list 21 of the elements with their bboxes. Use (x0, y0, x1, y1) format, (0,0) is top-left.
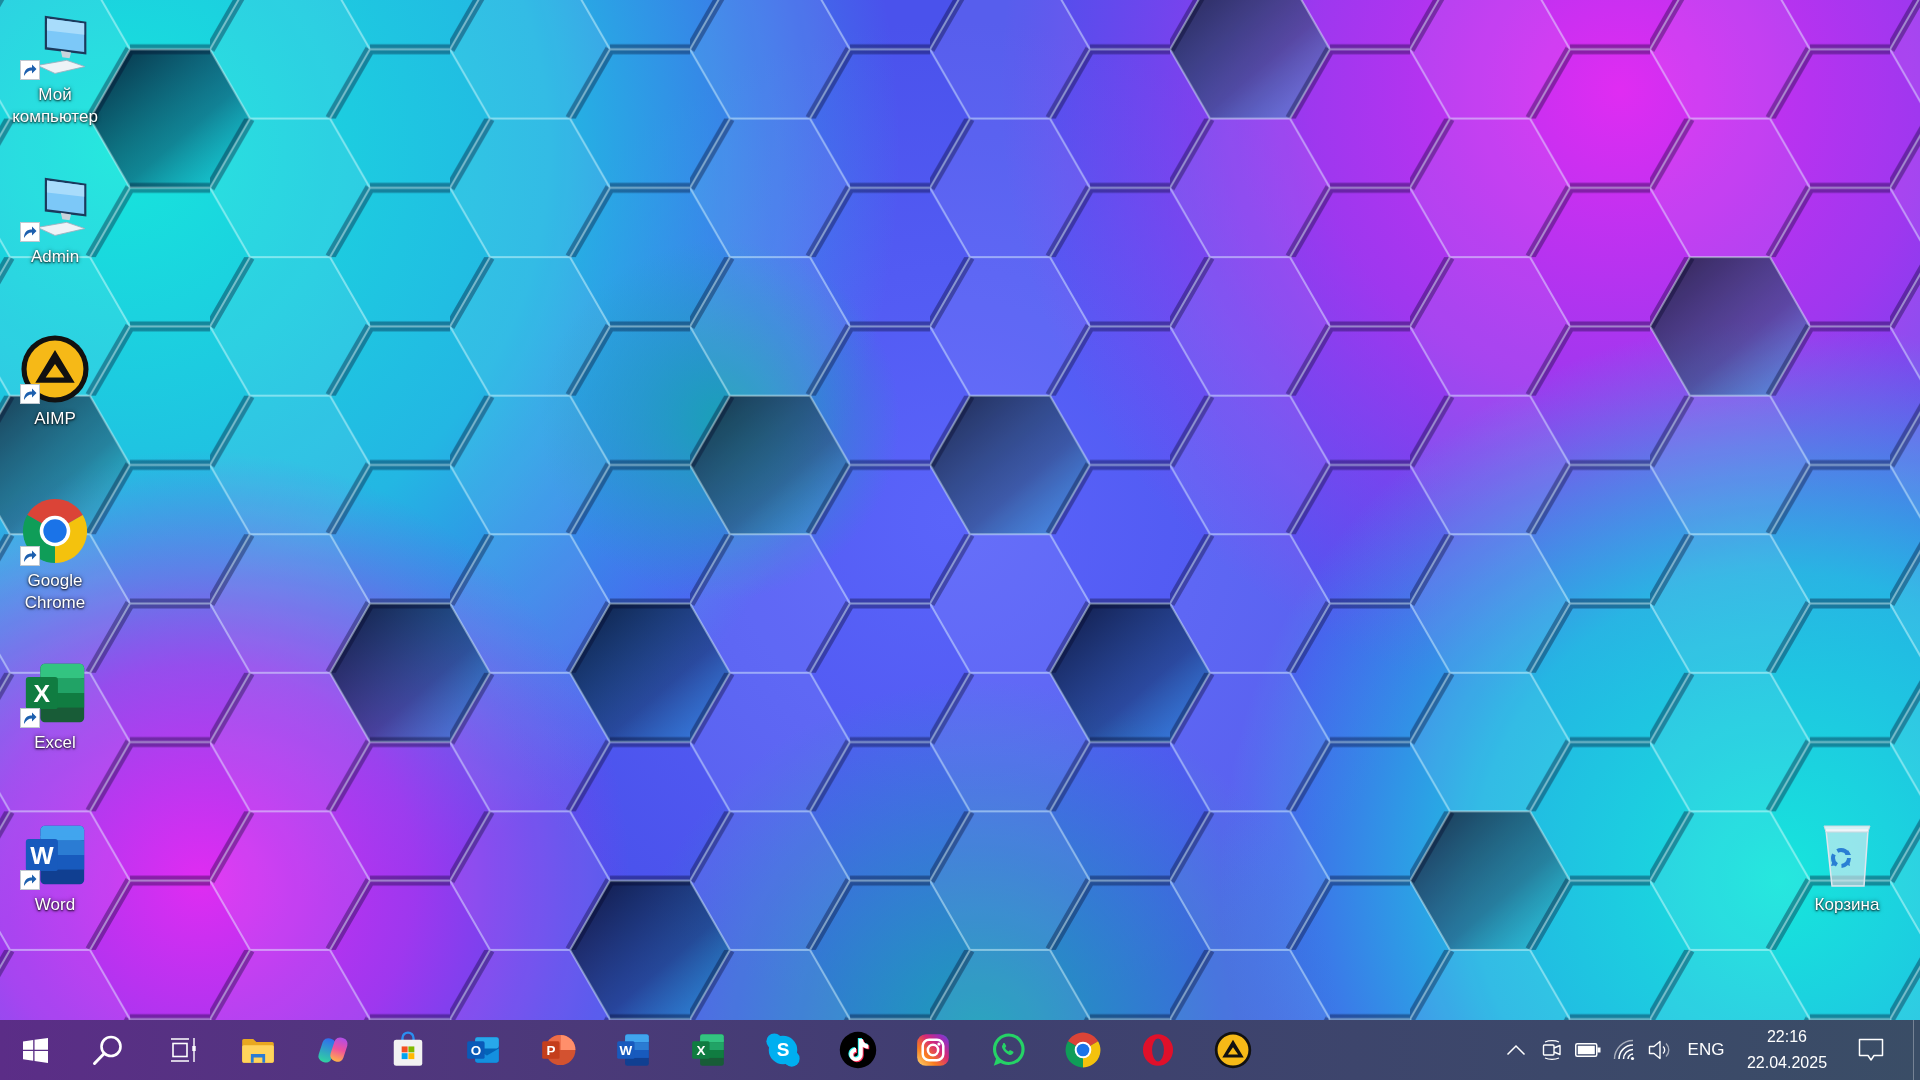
notification-icon[interactable] (1858, 1038, 1884, 1062)
search-icon[interactable] (91, 1034, 124, 1066)
chevron-up-icon[interactable] (1506, 1044, 1526, 1056)
chrome-icon[interactable] (1063, 1031, 1102, 1069)
chrome-icon[interactable] (20, 496, 90, 566)
video-camera-icon[interactable] (1542, 1037, 1562, 1063)
clock-time[interactable]: 22:16 (1766, 1024, 1807, 1050)
desktop-icon-label[interactable]: Word (3, 894, 107, 916)
desktop-icon-label[interactable]: AIMP (3, 408, 107, 430)
language-indicator[interactable]: ENG (1687, 1040, 1725, 1060)
wifi-icon[interactable] (1613, 1039, 1635, 1061)
aimp-icon[interactable] (1213, 1031, 1252, 1069)
task-view-icon[interactable] (169, 1037, 196, 1063)
clock-date[interactable]: 22.04.2025 (1746, 1050, 1828, 1076)
windows-logo-icon[interactable] (22, 1037, 48, 1063)
desktop-icon-label[interactable]: Excel (3, 732, 107, 754)
desktop-icon-label[interactable]: Google Chrome (3, 570, 107, 614)
aimp-icon[interactable] (20, 334, 90, 404)
battery-icon[interactable] (1575, 1043, 1601, 1057)
volume-icon[interactable] (1648, 1039, 1672, 1061)
tiktok-icon[interactable] (838, 1031, 877, 1069)
